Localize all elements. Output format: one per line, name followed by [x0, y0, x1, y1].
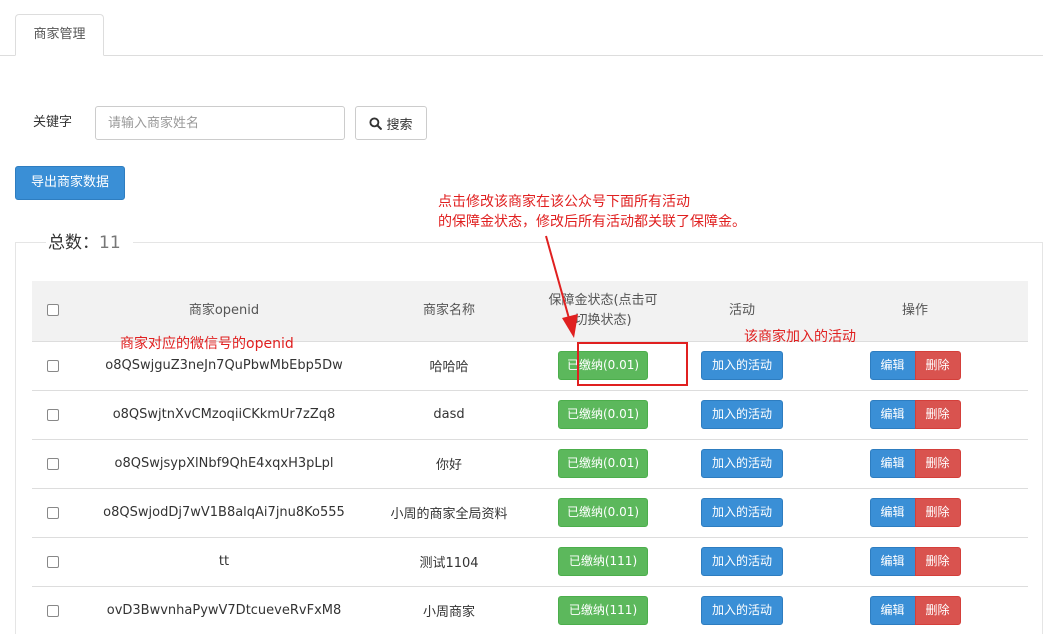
- tab-merchant-management[interactable]: 商家管理: [15, 14, 104, 56]
- edit-button[interactable]: 编辑: [869, 547, 916, 576]
- annotation-deposit-line1: 点击修改该商家在该公众号下面所有活动: [438, 194, 690, 210]
- annotation-highlight-box: [577, 342, 688, 386]
- ops-cell: 编辑 删除: [802, 340, 1028, 390]
- ops-cell: 编辑 删除: [802, 487, 1028, 537]
- delete-button[interactable]: 删除: [914, 351, 961, 380]
- deposit-cell: 已缴纳(0.01): [524, 438, 682, 488]
- joined-activities-button[interactable]: 加入的活动: [701, 498, 783, 527]
- merchant-list-panel: 总数：11 商家openid 商家名称 保障金状态(点击可 切换状态) 活动 操作…: [15, 229, 1043, 634]
- merchant-name: 哈哈哈: [374, 340, 524, 390]
- delete-button[interactable]: 删除: [914, 596, 961, 626]
- activity-cell: 加入的活动: [682, 389, 802, 439]
- total-count: 总数：11: [46, 229, 133, 257]
- merchant-openid: o8QSwjsypXlNbf9QhE4xqxH3pLpl: [74, 438, 374, 488]
- delete-button[interactable]: 删除: [914, 547, 961, 576]
- edit-button[interactable]: 编辑: [869, 400, 916, 429]
- deposit-status-button[interactable]: 已缴纳(0.01): [557, 400, 649, 429]
- activity-cell: 加入的活动: [682, 340, 802, 390]
- activity-cell: 加入的活动: [682, 487, 802, 537]
- total-label: 总数：: [48, 233, 99, 253]
- tab-bar: 商家管理: [0, 14, 1043, 56]
- table-header-row: 商家openid 商家名称 保障金状态(点击可 切换状态) 活动 操作: [32, 281, 1028, 341]
- row-checkbox[interactable]: [47, 359, 59, 372]
- edit-button[interactable]: 编辑: [869, 498, 916, 527]
- deposit-cell: 已缴纳(111): [524, 536, 682, 586]
- merchant-name: 测试1104: [374, 536, 524, 586]
- deposit-cell: 已缴纳(0.01): [524, 389, 682, 439]
- joined-activities-button[interactable]: 加入的活动: [701, 400, 783, 429]
- table-row: ovD3BwvnhaPywV7DtcueveRvFxM8 小周商家 已缴纳(11…: [32, 585, 1028, 634]
- merchant-name: 小周的商家全局资料: [374, 487, 524, 537]
- row-checkbox[interactable]: [47, 506, 59, 519]
- joined-activities-button[interactable]: 加入的活动: [701, 351, 783, 380]
- table-row: o8QSwjtnXvCMzoqiiCKkmUr7zZq8 dasd 已缴纳(0.…: [32, 389, 1028, 439]
- joined-activities-button[interactable]: 加入的活动: [701, 547, 783, 576]
- joined-activities-button[interactable]: 加入的活动: [701, 596, 783, 626]
- edit-button[interactable]: 编辑: [869, 596, 916, 626]
- table-row: o8QSwjodDj7wV1B8alqAi7jnu8Ko555 小周的商家全局资…: [32, 487, 1028, 537]
- edit-button[interactable]: 编辑: [869, 351, 916, 380]
- row-checkbox-cell: [32, 438, 74, 488]
- annotation-deposit-line2: 的保障金状态，修改后所有活动都关联了保障金。: [438, 214, 746, 230]
- merchant-name: dasd: [374, 389, 524, 439]
- activity-cell: 加入的活动: [682, 438, 802, 488]
- keyword-label: 关键字: [33, 115, 73, 130]
- annotation-deposit-note: 点击修改该商家在该公众号下面所有活动 的保障金状态，修改后所有活动都关联了保障金…: [438, 192, 746, 232]
- select-all-checkbox[interactable]: [47, 304, 59, 317]
- delete-button[interactable]: 删除: [914, 449, 961, 478]
- row-checkbox[interactable]: [47, 408, 59, 421]
- search-icon: [369, 116, 383, 130]
- annotation-openid-note: 商家对应的微信号的openid: [120, 336, 294, 352]
- header-openid: 商家openid: [188, 302, 260, 318]
- export-merchant-data-button[interactable]: 导出商家数据: [15, 166, 125, 200]
- row-checkbox-cell: [32, 389, 74, 439]
- table-row: tt 测试1104 已缴纳(111) 加入的活动 编辑 删除: [32, 536, 1028, 586]
- deposit-cell: 已缴纳(0.01): [524, 487, 682, 537]
- header-deposit-line1: 保障金状态(点击可: [548, 292, 658, 308]
- row-checkbox-cell: [32, 585, 74, 634]
- search-input[interactable]: [95, 106, 345, 140]
- merchant-name: 小周商家: [374, 585, 524, 634]
- table-row: o8QSwjsypXlNbf9QhE4xqxH3pLpl 你好 已缴纳(0.01…: [32, 438, 1028, 488]
- annotation-activity-note: 该商家加入的活动: [744, 329, 856, 345]
- row-checkbox[interactable]: [47, 457, 59, 470]
- merchant-openid: o8QSwjodDj7wV1B8alqAi7jnu8Ko555: [74, 487, 374, 537]
- row-checkbox-cell: [32, 487, 74, 537]
- merchant-openid: tt: [74, 536, 374, 586]
- ops-cell: 编辑 删除: [802, 438, 1028, 488]
- deposit-status-button[interactable]: 已缴纳(111): [558, 596, 648, 626]
- edit-button[interactable]: 编辑: [869, 449, 916, 478]
- merchant-name: 你好: [374, 438, 524, 488]
- header-deposit: 保障金状态(点击可 切换状态): [524, 281, 682, 341]
- total-value: 11: [99, 233, 121, 253]
- header-deposit-line2: 切换状态): [574, 312, 632, 328]
- activity-cell: 加入的活动: [682, 536, 802, 586]
- row-checkbox-cell: [32, 340, 74, 390]
- delete-button[interactable]: 删除: [914, 400, 961, 429]
- row-checkbox[interactable]: [47, 604, 59, 617]
- joined-activities-button[interactable]: 加入的活动: [701, 449, 783, 478]
- search-button-label: 搜索: [386, 117, 413, 133]
- merchant-openid: ovD3BwvnhaPywV7DtcueveRvFxM8: [74, 585, 374, 634]
- deposit-status-button[interactable]: 已缴纳(111): [558, 547, 648, 576]
- deposit-status-button[interactable]: 已缴纳(0.01): [557, 498, 649, 527]
- header-checkbox-cell: [32, 281, 74, 341]
- ops-cell: 编辑 删除: [802, 585, 1028, 634]
- activity-cell: 加入的活动: [682, 585, 802, 634]
- ops-cell: 编辑 删除: [802, 389, 1028, 439]
- deposit-status-button[interactable]: 已缴纳(0.01): [557, 449, 649, 478]
- merchant-openid: o8QSwjtnXvCMzoqiiCKkmUr7zZq8: [74, 389, 374, 439]
- header-name: 商家名称: [422, 302, 475, 318]
- search-button[interactable]: 搜索: [355, 106, 427, 140]
- delete-button[interactable]: 删除: [914, 498, 961, 527]
- ops-cell: 编辑 删除: [802, 536, 1028, 586]
- deposit-cell: 已缴纳(111): [524, 585, 682, 634]
- row-checkbox[interactable]: [47, 555, 59, 568]
- row-checkbox-cell: [32, 536, 74, 586]
